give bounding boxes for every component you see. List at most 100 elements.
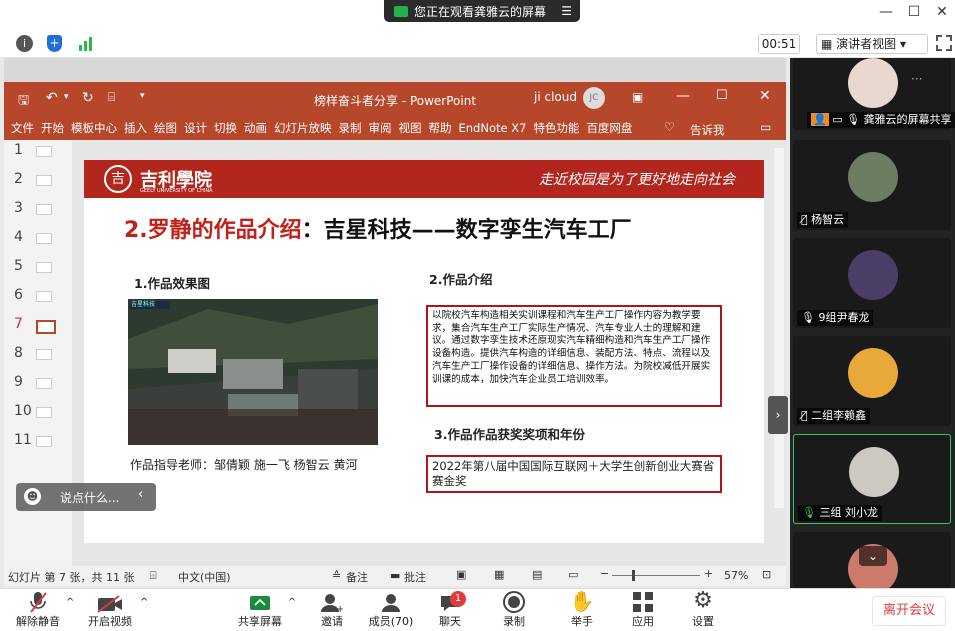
mute-button[interactable]: 解除静音 — [10, 589, 66, 631]
ribbon-tab[interactable]: 百度网盘 — [586, 120, 632, 136]
slide-thumbnail[interactable]: 5 — [4, 258, 72, 280]
slide-thumbnail[interactable]: 8 — [4, 345, 72, 367]
view-mode-button[interactable]: ▦ 演讲者视图 ▾ — [816, 34, 928, 54]
raise-hand-button[interactable]: ✋ 举手 — [562, 589, 602, 631]
zoom-slider[interactable] — [612, 575, 700, 576]
chevron-left-icon[interactable]: ‹ — [138, 487, 143, 502]
settings-button[interactable]: ⚙ 设置 — [683, 588, 723, 631]
ribbon-tab[interactable]: EndNote X7 — [459, 121, 527, 135]
tell-me-search[interactable]: 告诉我 — [690, 122, 725, 138]
notes-button[interactable]: 备注 — [346, 569, 368, 585]
slideshow-start-icon[interactable]: ⌸ — [108, 90, 115, 105]
invite-button[interactable]: + 邀请 — [312, 589, 352, 631]
panel-toggle-chevron-icon[interactable]: › — [768, 396, 788, 434]
slide-scrollbar[interactable] — [774, 148, 784, 508]
participant-name: 👤 ▭ 🎙 龚雅云的屏幕共享 — [807, 112, 955, 128]
ribbon-tab[interactable]: 幻灯片放映 — [274, 120, 332, 136]
zoom-in-button[interactable]: + — [704, 567, 713, 580]
video-options-chevron-icon[interactable]: ^ — [140, 597, 148, 608]
fit-slide-icon[interactable]: ⊡ — [762, 568, 771, 581]
maximize-button[interactable]: ☐ — [904, 4, 924, 20]
scroll-down-chevron-icon[interactable]: ⌄ — [859, 546, 887, 566]
zoom-out-button[interactable]: − — [600, 567, 609, 580]
comments-status-icon[interactable]: ▬ — [390, 569, 400, 582]
ribbon-tab[interactable]: 审阅 — [369, 120, 392, 136]
slide-thumbnail[interactable]: 11 — [4, 432, 72, 454]
customize-toolbar-icon[interactable]: ▾ — [140, 91, 145, 101]
fullscreen-icon[interactable] — [936, 35, 952, 51]
participant-tile-partial[interactable]: ⌄ — [793, 532, 951, 594]
slide-thumbnail[interactable]: 1 — [4, 142, 72, 164]
ribbon-tab[interactable]: 文件 — [11, 120, 34, 136]
ribbon-tab[interactable]: 插入 — [124, 120, 147, 136]
menu-icon[interactable]: ☰ — [561, 4, 572, 18]
reading-view-icon[interactable]: ▤ — [532, 568, 542, 581]
ribbon-tab[interactable]: 开始 — [41, 120, 64, 136]
ribbon-tab[interactable]: 特色功能 — [533, 120, 579, 136]
ribbon-display-icon[interactable]: ▣ — [632, 90, 643, 104]
chat-unread-badge: 1 — [450, 591, 466, 607]
participant-tile[interactable]: 🎙̸ 二组李赖鑫 — [793, 336, 951, 426]
ribbon-tab[interactable]: 切换 — [214, 120, 237, 136]
participant-tile[interactable]: 🎙̸ 杨智云 — [793, 140, 951, 230]
redo-icon[interactable]: ↻ — [82, 90, 94, 106]
ppt-maximize-button[interactable]: ☐ — [716, 88, 728, 103]
members-button[interactable]: 成员(70) — [366, 589, 416, 631]
leave-meeting-button[interactable]: 离开会议 — [872, 596, 946, 626]
network-signal-icon[interactable] — [78, 36, 94, 51]
slide-thumbnail[interactable]: 7 — [4, 316, 72, 338]
participant-tile[interactable]: ··· 👤 ▭ 🎙 龚雅云的屏幕共享 — [793, 58, 955, 130]
ppt-minimize-button[interactable]: — — [676, 88, 690, 104]
comments-icon[interactable]: ▭ — [760, 120, 771, 134]
participant-tile-active[interactable]: 🎙 三组 刘小龙 — [793, 434, 951, 524]
more-options-icon[interactable]: ··· — [911, 72, 922, 86]
slide-thumbnail-image — [36, 262, 52, 273]
minimize-button[interactable]: — — [876, 4, 896, 20]
slide-thumbnail[interactable]: 2 — [4, 171, 72, 193]
emoji-icon[interactable]: ☻ — [24, 488, 41, 505]
zoom-level[interactable]: 57% — [724, 569, 748, 582]
slide-thumbnail[interactable]: 6 — [4, 287, 72, 309]
close-button[interactable]: ✕ — [932, 4, 952, 20]
ppt-user-avatar[interactable]: JC — [583, 87, 605, 109]
slide-thumbnail[interactable]: 10 — [4, 403, 72, 425]
mic-muted-icon: 🎙̸ — [801, 213, 808, 226]
share-screen-button[interactable]: 共享屏幕 — [232, 589, 288, 631]
apps-button[interactable]: 应用 — [623, 589, 663, 631]
quick-chat-input[interactable]: ☻ 说点什么... ‹ — [16, 483, 156, 511]
ribbon-tab[interactable]: 绘图 — [154, 120, 177, 136]
ribbon-tab[interactable]: 录制 — [339, 120, 362, 136]
ribbon-tab[interactable]: 设计 — [184, 120, 207, 136]
slide-thumbnail[interactable]: 4 — [4, 229, 72, 251]
comments-button[interactable]: 批注 — [404, 569, 426, 585]
zoom-slider-thumb[interactable] — [632, 570, 635, 581]
ribbon-tab[interactable]: 模板中心 — [71, 120, 117, 136]
slide-thumbnail[interactable]: 3 — [4, 200, 72, 222]
save-icon[interactable]: 🖫 — [18, 91, 29, 113]
language-status[interactable]: 中文(中国) — [178, 569, 231, 585]
notes-icon[interactable]: ≙ — [332, 569, 341, 582]
record-label: 录制 — [503, 615, 525, 628]
slide-sorter-icon[interactable]: ▦ — [494, 568, 504, 581]
ribbon-tab[interactable]: 帮助 — [429, 120, 452, 136]
ribbon-tab[interactable]: 视图 — [399, 120, 422, 136]
mute-options-chevron-icon[interactable]: ^ — [66, 597, 74, 608]
slide-thumbnail[interactable]: 9 — [4, 374, 72, 396]
record-button[interactable]: 录制 — [494, 589, 534, 631]
ppt-close-button[interactable]: ✕ — [759, 88, 771, 104]
participant-tile[interactable]: 🎙 9组尹春龙 — [793, 238, 951, 328]
raise-hand-icon: ✋ — [569, 589, 595, 613]
start-video-button[interactable]: 开启视频 — [82, 589, 138, 631]
ppt-user-name[interactable]: ji cloud — [534, 90, 577, 104]
mic-muted-icon: 🎙̸ — [801, 409, 808, 422]
share-status-pill[interactable]: 您正在观看龚雅云的屏幕 ☰ — [384, 0, 580, 22]
undo-dropdown-icon[interactable]: ▾ — [64, 92, 69, 102]
undo-icon[interactable]: ↶ — [46, 90, 58, 106]
security-shield-icon[interactable]: + — [47, 35, 62, 52]
share-options-chevron-icon[interactable]: ^ — [288, 597, 296, 608]
info-icon[interactable]: i — [16, 35, 33, 52]
slideshow-view-icon[interactable]: ▭ — [568, 568, 578, 581]
normal-view-icon[interactable]: ▣ — [456, 568, 466, 581]
ribbon-tab[interactable]: 动画 — [244, 120, 267, 136]
spelling-check-icon[interactable]: ⌹ — [150, 569, 157, 583]
